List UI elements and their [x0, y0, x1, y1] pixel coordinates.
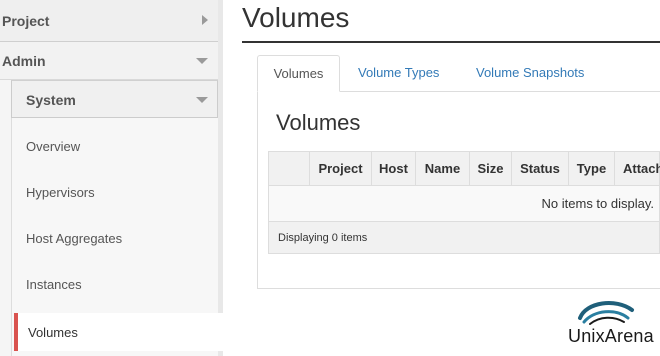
- tab-volume-snapshots[interactable]: Volume Snapshots: [476, 55, 584, 92]
- watermark-brand: UnixArena: [568, 326, 654, 346]
- title-divider: [242, 41, 660, 43]
- column-header-host[interactable]: Host: [371, 152, 415, 185]
- sidebar-item-hypervisors[interactable]: Hypervisors: [26, 185, 95, 200]
- table-footer: Displaying 0 items: [268, 222, 660, 254]
- column-header-status[interactable]: Status: [511, 152, 568, 185]
- sidebar-group-admin[interactable]: Admin: [0, 42, 218, 80]
- sidebar-item-volumes[interactable]: Volumes: [14, 313, 223, 351]
- tab-volume-types[interactable]: Volume Types: [358, 55, 439, 92]
- sidebar-item-overview[interactable]: Overview: [26, 139, 80, 154]
- column-header-attach[interactable]: Attach: [614, 152, 660, 185]
- sidebar-item-instances[interactable]: Instances: [26, 277, 82, 292]
- section-title: Volumes: [276, 110, 361, 135]
- chevron-down-icon: [196, 97, 208, 103]
- column-header-size[interactable]: Size: [469, 152, 511, 185]
- tab-volumes[interactable]: Volumes: [257, 55, 340, 92]
- sidebar-group-project[interactable]: Project: [0, 0, 218, 42]
- tab-label: Volume Types: [358, 65, 440, 80]
- empty-table-message: No items to display.: [541, 196, 654, 211]
- table-row: No items to display.: [268, 186, 660, 222]
- sidebar-subgroup-label: System: [26, 92, 76, 108]
- sidebar-group-label: Admin: [2, 53, 46, 69]
- tab-label: Volumes: [273, 66, 324, 81]
- chevron-down-icon: [196, 58, 208, 64]
- select-all-column[interactable]: [269, 152, 309, 185]
- column-header-type[interactable]: Type: [568, 152, 614, 185]
- tab-label: Volume Snapshots: [476, 65, 585, 80]
- sidebar-group-label: Project: [2, 13, 50, 29]
- column-header-project[interactable]: Project: [309, 152, 371, 185]
- table-header: Project Host Name Size Status Type Attac…: [268, 151, 660, 186]
- sidebar-item-host-aggregates[interactable]: Host Aggregates: [26, 231, 122, 246]
- sidebar-border: [218, 0, 223, 356]
- sidebar-item-label: Volumes: [28, 325, 78, 340]
- sidebar-subgroup-system[interactable]: System: [11, 80, 218, 118]
- item-count: Displaying 0 items: [278, 232, 368, 244]
- sidebar: Project Admin System Overview Hypervisor…: [0, 0, 223, 356]
- page-title: Volumes: [242, 2, 350, 33]
- column-header-name[interactable]: Name: [415, 152, 469, 185]
- chevron-right-icon: [202, 15, 208, 25]
